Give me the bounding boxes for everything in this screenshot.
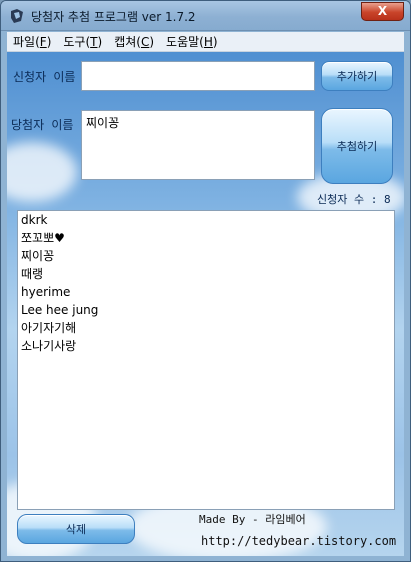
applicant-name-input[interactable]	[81, 61, 315, 91]
list-item[interactable]: 쪼꼬뽀♥	[18, 229, 394, 247]
add-button[interactable]: 추가하기	[321, 61, 393, 91]
applicant-name-label: 신청자 이름	[13, 70, 76, 84]
menu-bar: 파일(F) 도구(T) 캡쳐(C) 도움말(H)	[7, 32, 404, 52]
applicant-count: 신청자 수 : 8	[317, 193, 391, 206]
menu-help[interactable]: 도움말(H)	[160, 33, 224, 50]
list-item[interactable]: 때랭	[18, 265, 394, 283]
list-item[interactable]: dkrk	[18, 211, 394, 229]
client-area: 신청자 이름 추가하기 당첨자 이름 찌이꽁 추첨하기 신청자 수 : 8 dk…	[7, 52, 404, 556]
list-item[interactable]: hyerime	[18, 283, 394, 301]
list-item[interactable]: Lee hee jung	[18, 301, 394, 319]
app-window: 당첨자 추첨 프로그램 ver 1.7.2 X 파일(F) 도구(T) 캡쳐(C…	[0, 0, 411, 562]
app-icon	[11, 9, 23, 23]
draw-button[interactable]: 추첨하기	[321, 108, 393, 184]
list-item[interactable]: 찌이꽁	[18, 247, 394, 265]
menu-tools[interactable]: 도구(T)	[57, 33, 108, 50]
delete-button[interactable]: 삭제	[17, 514, 135, 544]
applicant-list[interactable]: dkrk 쪼꼬뽀♥ 찌이꽁 때랭 hyerime Lee hee jung 아기…	[17, 210, 395, 510]
cloud-decoration	[7, 142, 77, 202]
list-item[interactable]: 소나기사랑	[18, 337, 394, 355]
credit-url: http://tedybear.tistory.com	[201, 534, 397, 548]
winner-name-label: 당첨자 이름	[11, 118, 74, 132]
menu-file[interactable]: 파일(F)	[7, 33, 57, 50]
credit-made-by: Made By - 라임베어	[199, 513, 306, 526]
menu-capture[interactable]: 캡쳐(C)	[108, 33, 160, 50]
window-title: 당첨자 추첨 프로그램 ver 1.7.2	[31, 10, 196, 24]
close-button[interactable]: X	[361, 2, 404, 21]
title-bar[interactable]: 당첨자 추첨 프로그램 ver 1.7.2 X	[1, 1, 410, 31]
winner-name-field[interactable]: 찌이꽁	[81, 110, 315, 180]
list-item[interactable]: 아기자기해	[18, 319, 394, 337]
